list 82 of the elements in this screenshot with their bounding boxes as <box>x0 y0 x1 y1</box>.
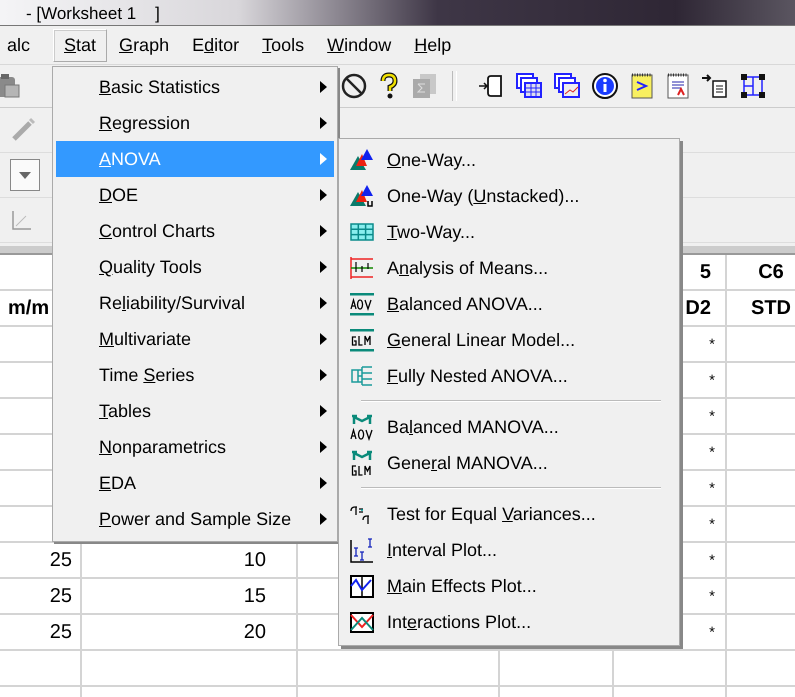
column-name: m/m <box>8 296 50 320</box>
notepad-icon[interactable] <box>629 72 655 100</box>
submenu-arrow-icon <box>320 117 327 129</box>
worksheet-windows-icon[interactable] <box>515 72 543 100</box>
menu-item[interactable]: alc <box>0 28 42 62</box>
column-name: D2 <box>685 296 711 320</box>
window-title: - [Worksheet 1 ] <box>26 4 160 24</box>
menu-item[interactable]: One-Way (Unstacked)... <box>339 178 679 214</box>
table-cell: 15 <box>244 584 266 608</box>
submenu-arrow-icon <box>320 261 327 273</box>
menu-item[interactable]: Interval Plot... <box>339 532 679 568</box>
submenu-arrow-icon <box>320 81 327 93</box>
menu-item[interactable]: Editor <box>181 28 250 62</box>
table-cell: * <box>709 336 715 352</box>
table-cell: * <box>709 444 715 460</box>
menu-item[interactable]: Quality Tools <box>56 249 334 285</box>
menu-item[interactable]: Nonparametrics <box>56 429 334 465</box>
menu-item[interactable]: Window <box>316 28 402 62</box>
glm-icon <box>348 326 376 354</box>
menu-item[interactable]: DOE <box>56 177 334 213</box>
menu-item[interactable]: Test for Equal Variances... <box>339 496 679 532</box>
column-header: C6 <box>758 260 784 284</box>
menu-item[interactable]: EDA <box>56 465 334 501</box>
menu-item[interactable]: Balanced ANOVA... <box>339 286 679 322</box>
table-cell: * <box>709 552 715 568</box>
submenu-arrow-icon <box>320 297 327 309</box>
menu-item[interactable]: Control Charts <box>56 213 334 249</box>
network-icon[interactable] <box>739 72 767 100</box>
submenu-arrow-icon <box>320 333 327 345</box>
menu-item[interactable]: Two-Way... <box>339 214 679 250</box>
submenu-arrow-icon <box>320 189 327 201</box>
column-header: 5 <box>700 260 711 284</box>
table-cell: 25 <box>50 584 72 608</box>
chart-icon <box>348 254 376 282</box>
table-cell: 25 <box>50 620 72 644</box>
menu-item[interactable]: Time Series <box>56 357 334 393</box>
submenu-arrow-icon <box>320 477 327 489</box>
menu-item[interactable]: Reliability/Survival <box>56 285 334 321</box>
caret-icon <box>19 172 31 178</box>
menu-item[interactable]: General MANOVA... <box>339 445 679 481</box>
submenu-arrow-icon <box>320 405 327 417</box>
menu-item[interactable]: Graph <box>108 28 180 62</box>
info-icon[interactable] <box>591 72 619 100</box>
menu-item[interactable]: Regression <box>56 105 334 141</box>
menu-item[interactable]: Help <box>403 28 462 62</box>
line-chart-icon <box>348 572 376 600</box>
menu-item[interactable]: Interactions Plot... <box>339 604 679 640</box>
table-cell: 10 <box>244 548 266 572</box>
document-arrow-icon[interactable] <box>701 72 729 100</box>
table-cell: 25 <box>50 548 72 572</box>
menu-item[interactable]: Multivariate <box>56 321 334 357</box>
menu-item[interactable]: Balanced MANOVA... <box>339 409 679 445</box>
menu-item[interactable]: Fully Nested ANOVA... <box>339 358 679 394</box>
menu-item[interactable]: Analysis of Means... <box>339 250 679 286</box>
menu-item[interactable]: Main Effects Plot... <box>339 568 679 604</box>
menu-item[interactable]: Stat <box>53 28 108 62</box>
menu-item[interactable]: General Linear Model... <box>339 322 679 358</box>
aov-icon <box>348 290 376 318</box>
no-entry-icon[interactable] <box>340 72 368 100</box>
report-icon[interactable] <box>665 72 691 100</box>
menu-item[interactable]: Tools <box>251 28 316 62</box>
submenu-arrow-icon <box>320 153 327 165</box>
submenu-arrow-icon <box>320 225 327 237</box>
column-name: STD <box>751 296 791 320</box>
table-cell: * <box>709 624 715 640</box>
submenu-arrow-icon <box>320 369 327 381</box>
submenu-arrow-icon <box>320 513 327 525</box>
table-cell: * <box>709 516 715 532</box>
table-cell: 20 <box>244 620 266 644</box>
table-cell: * <box>709 480 715 496</box>
submenu-arrow-icon <box>320 441 327 453</box>
menu-item[interactable]: One-Way... <box>339 142 679 178</box>
help-icon[interactable] <box>378 72 400 100</box>
menu-item[interactable]: Tables <box>56 393 334 429</box>
table-cell: * <box>709 372 715 388</box>
interval-icon <box>348 536 376 564</box>
graph-windows-icon[interactable] <box>553 72 581 100</box>
dropdown-button[interactable] <box>10 159 40 191</box>
table-cell: * <box>709 408 715 424</box>
menu-item[interactable]: Power and Sample Size <box>56 501 334 537</box>
menu-item[interactable]: Basic Statistics <box>56 69 334 105</box>
table-cell: * <box>709 588 715 604</box>
